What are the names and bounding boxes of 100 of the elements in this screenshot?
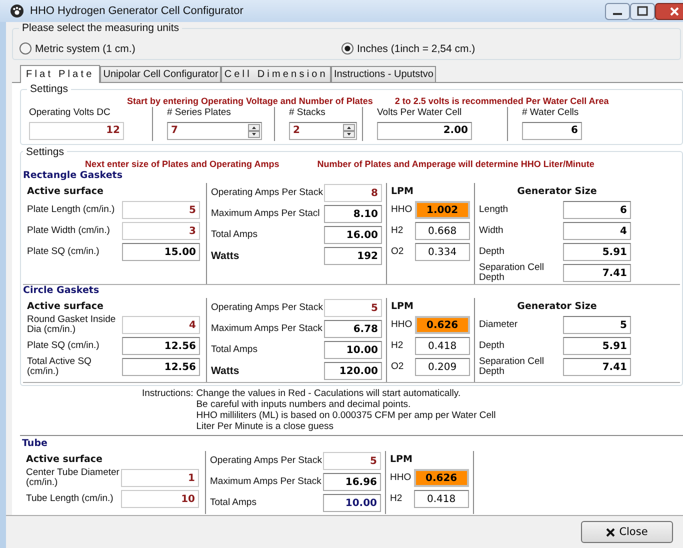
group-legend: Settings bbox=[27, 83, 71, 95]
spinner-arrows-icon[interactable] bbox=[343, 124, 355, 138]
radio-button[interactable] bbox=[19, 42, 32, 55]
value-field: 7.41 bbox=[563, 358, 631, 376]
radio-option[interactable]: Inches (1inch = 2,54 cm.) bbox=[341, 42, 476, 55]
radio-option[interactable]: Metric system (1 cm.) bbox=[19, 42, 341, 55]
field-label: Operating Amps Per Stack bbox=[211, 302, 324, 314]
input-field[interactable]: 10 bbox=[121, 490, 199, 508]
spinner-field[interactable]: 2 bbox=[289, 122, 357, 140]
field-label: H2 bbox=[390, 494, 404, 504]
field-label: Length bbox=[479, 204, 510, 216]
value-field: 0.418 bbox=[414, 337, 470, 355]
hint-text: Next enter size of Plates and Operating Amps bbox=[85, 158, 280, 168]
close-window-icon[interactable] bbox=[655, 3, 683, 20]
field-label: Total Active SQ (cm/in.) bbox=[27, 356, 92, 378]
input-field[interactable]: 5 bbox=[323, 452, 381, 470]
input-field[interactable]: 4 bbox=[122, 316, 200, 334]
input-field[interactable]: 5 bbox=[324, 299, 382, 317]
value-field: 5.91 bbox=[563, 337, 631, 355]
app-icon bbox=[10, 4, 24, 18]
field-label: HHO bbox=[390, 472, 412, 484]
close-icon bbox=[606, 528, 616, 536]
tab[interactable]: Cell Dimension bbox=[221, 66, 331, 82]
field-label: O2 bbox=[391, 362, 405, 372]
value-field: 0.334 bbox=[414, 243, 470, 261]
value-field: 5 bbox=[563, 316, 631, 334]
field-label: # Series Plates bbox=[167, 108, 232, 118]
instruction-text: HHO milliliters (ML) is based on 0.000375 CFM per amp per Water Cell bbox=[196, 410, 496, 420]
column-heading: Generator Size bbox=[516, 184, 598, 198]
close-button[interactable]: Close bbox=[581, 521, 673, 543]
input-field[interactable]: 1 bbox=[121, 469, 199, 487]
column-heading: LPM bbox=[390, 452, 414, 466]
tab[interactable]: Unipolar Cell Configurator bbox=[100, 66, 222, 82]
field-label: Maximum Amps Per Stacl bbox=[211, 208, 321, 220]
column-heading: Active surface bbox=[27, 184, 104, 198]
value-field: 10.00 bbox=[323, 494, 381, 512]
field-label: HHO bbox=[391, 204, 414, 216]
value-field: 5.91 bbox=[563, 243, 631, 261]
field-label: Center Tube Diameter (cm/in.) bbox=[26, 468, 120, 488]
spinner-arrows-icon[interactable] bbox=[248, 124, 260, 138]
field-label: Maximum Amps Per Stack bbox=[211, 324, 324, 334]
minimize-icon[interactable] bbox=[605, 3, 630, 20]
field-label: Width bbox=[479, 226, 504, 236]
field-label: Total Amps bbox=[211, 230, 258, 240]
value-field: 12.56 bbox=[122, 337, 200, 355]
field-label: O2 bbox=[391, 246, 405, 258]
field-label: Plate SQ (cm/in.) bbox=[27, 246, 100, 258]
field-label: Separation Cell Depth bbox=[479, 262, 545, 284]
field-label: Total Amps bbox=[211, 344, 258, 356]
field-label: Total Amps bbox=[210, 498, 258, 508]
group-legend: Settings bbox=[23, 146, 67, 158]
column-heading: LPM bbox=[391, 184, 414, 198]
value-field: 6.78 bbox=[324, 320, 382, 338]
value-field: 10.00 bbox=[324, 341, 382, 359]
input-field[interactable]: 5 bbox=[122, 201, 200, 219]
field-label: Plate Width (cm/in.) bbox=[27, 226, 111, 236]
value-field: 4 bbox=[563, 222, 631, 240]
tab[interactable]: Instructions - Uputstvo bbox=[330, 66, 436, 82]
field-label: Separation Cell Depth bbox=[479, 356, 545, 378]
value-field: 8.10 bbox=[324, 205, 382, 223]
field-label: Maximum Amps Per Stack bbox=[210, 476, 322, 488]
field-label: Depth bbox=[479, 246, 506, 258]
value-field: 15.00 bbox=[122, 243, 200, 261]
field-label: Operating Amps Per Stack bbox=[211, 188, 324, 198]
group-legend: Please select the measuring units bbox=[19, 22, 182, 34]
value-field: 6 bbox=[522, 122, 582, 140]
input-field[interactable]: 8 bbox=[324, 184, 382, 202]
radio-button[interactable] bbox=[341, 42, 354, 55]
field-label: Watts bbox=[211, 250, 240, 262]
input-field[interactable]: 3 bbox=[122, 222, 200, 240]
field-label: Plate SQ (cm/in.) bbox=[27, 340, 100, 352]
field-label: H2 bbox=[391, 226, 404, 236]
field-label: Volts Per Water Cell bbox=[377, 108, 463, 118]
value-field: 120.00 bbox=[324, 362, 382, 380]
instruction-text: Be careful with inputs numbers and decimal points. bbox=[196, 398, 412, 410]
field-label: # Water Cells bbox=[522, 108, 580, 118]
field-label: Plate Length (cm/in.) bbox=[27, 204, 116, 216]
value-field: 16.00 bbox=[324, 226, 382, 244]
value-field: 2.00 bbox=[377, 122, 472, 140]
value-field: 6 bbox=[563, 201, 631, 219]
field-label: Operating Amps Per Stack bbox=[210, 456, 323, 466]
field-label: Depth bbox=[479, 340, 506, 352]
value-field: 0.209 bbox=[414, 358, 470, 376]
maximize-icon[interactable] bbox=[630, 3, 655, 20]
section-title: Rectangle Gaskets bbox=[23, 170, 124, 182]
hint-text: 2 to 2.5 volts is recommended Per Water Cell Area bbox=[394, 96, 609, 106]
hint-text: Start by entering Operating Voltage and Number of Plates bbox=[127, 96, 373, 106]
value-field: 12.56 bbox=[122, 358, 200, 376]
input-field[interactable]: 12 bbox=[29, 122, 124, 140]
field-label: Watts bbox=[211, 366, 240, 376]
column-heading: Active surface bbox=[26, 452, 104, 466]
field-label: H2 bbox=[391, 340, 404, 352]
spinner-field[interactable]: 7 bbox=[167, 122, 262, 140]
value-field: 192 bbox=[324, 247, 382, 265]
value-field: 16.96 bbox=[323, 473, 381, 491]
value-field: 7.41 bbox=[563, 264, 631, 282]
field-label: Operating Volts DC bbox=[29, 108, 112, 118]
tab[interactable]: Flat Plate bbox=[20, 65, 100, 83]
highlighted-value-field: 0.626 bbox=[414, 469, 469, 487]
section-title: Circle Gaskets bbox=[23, 284, 100, 298]
